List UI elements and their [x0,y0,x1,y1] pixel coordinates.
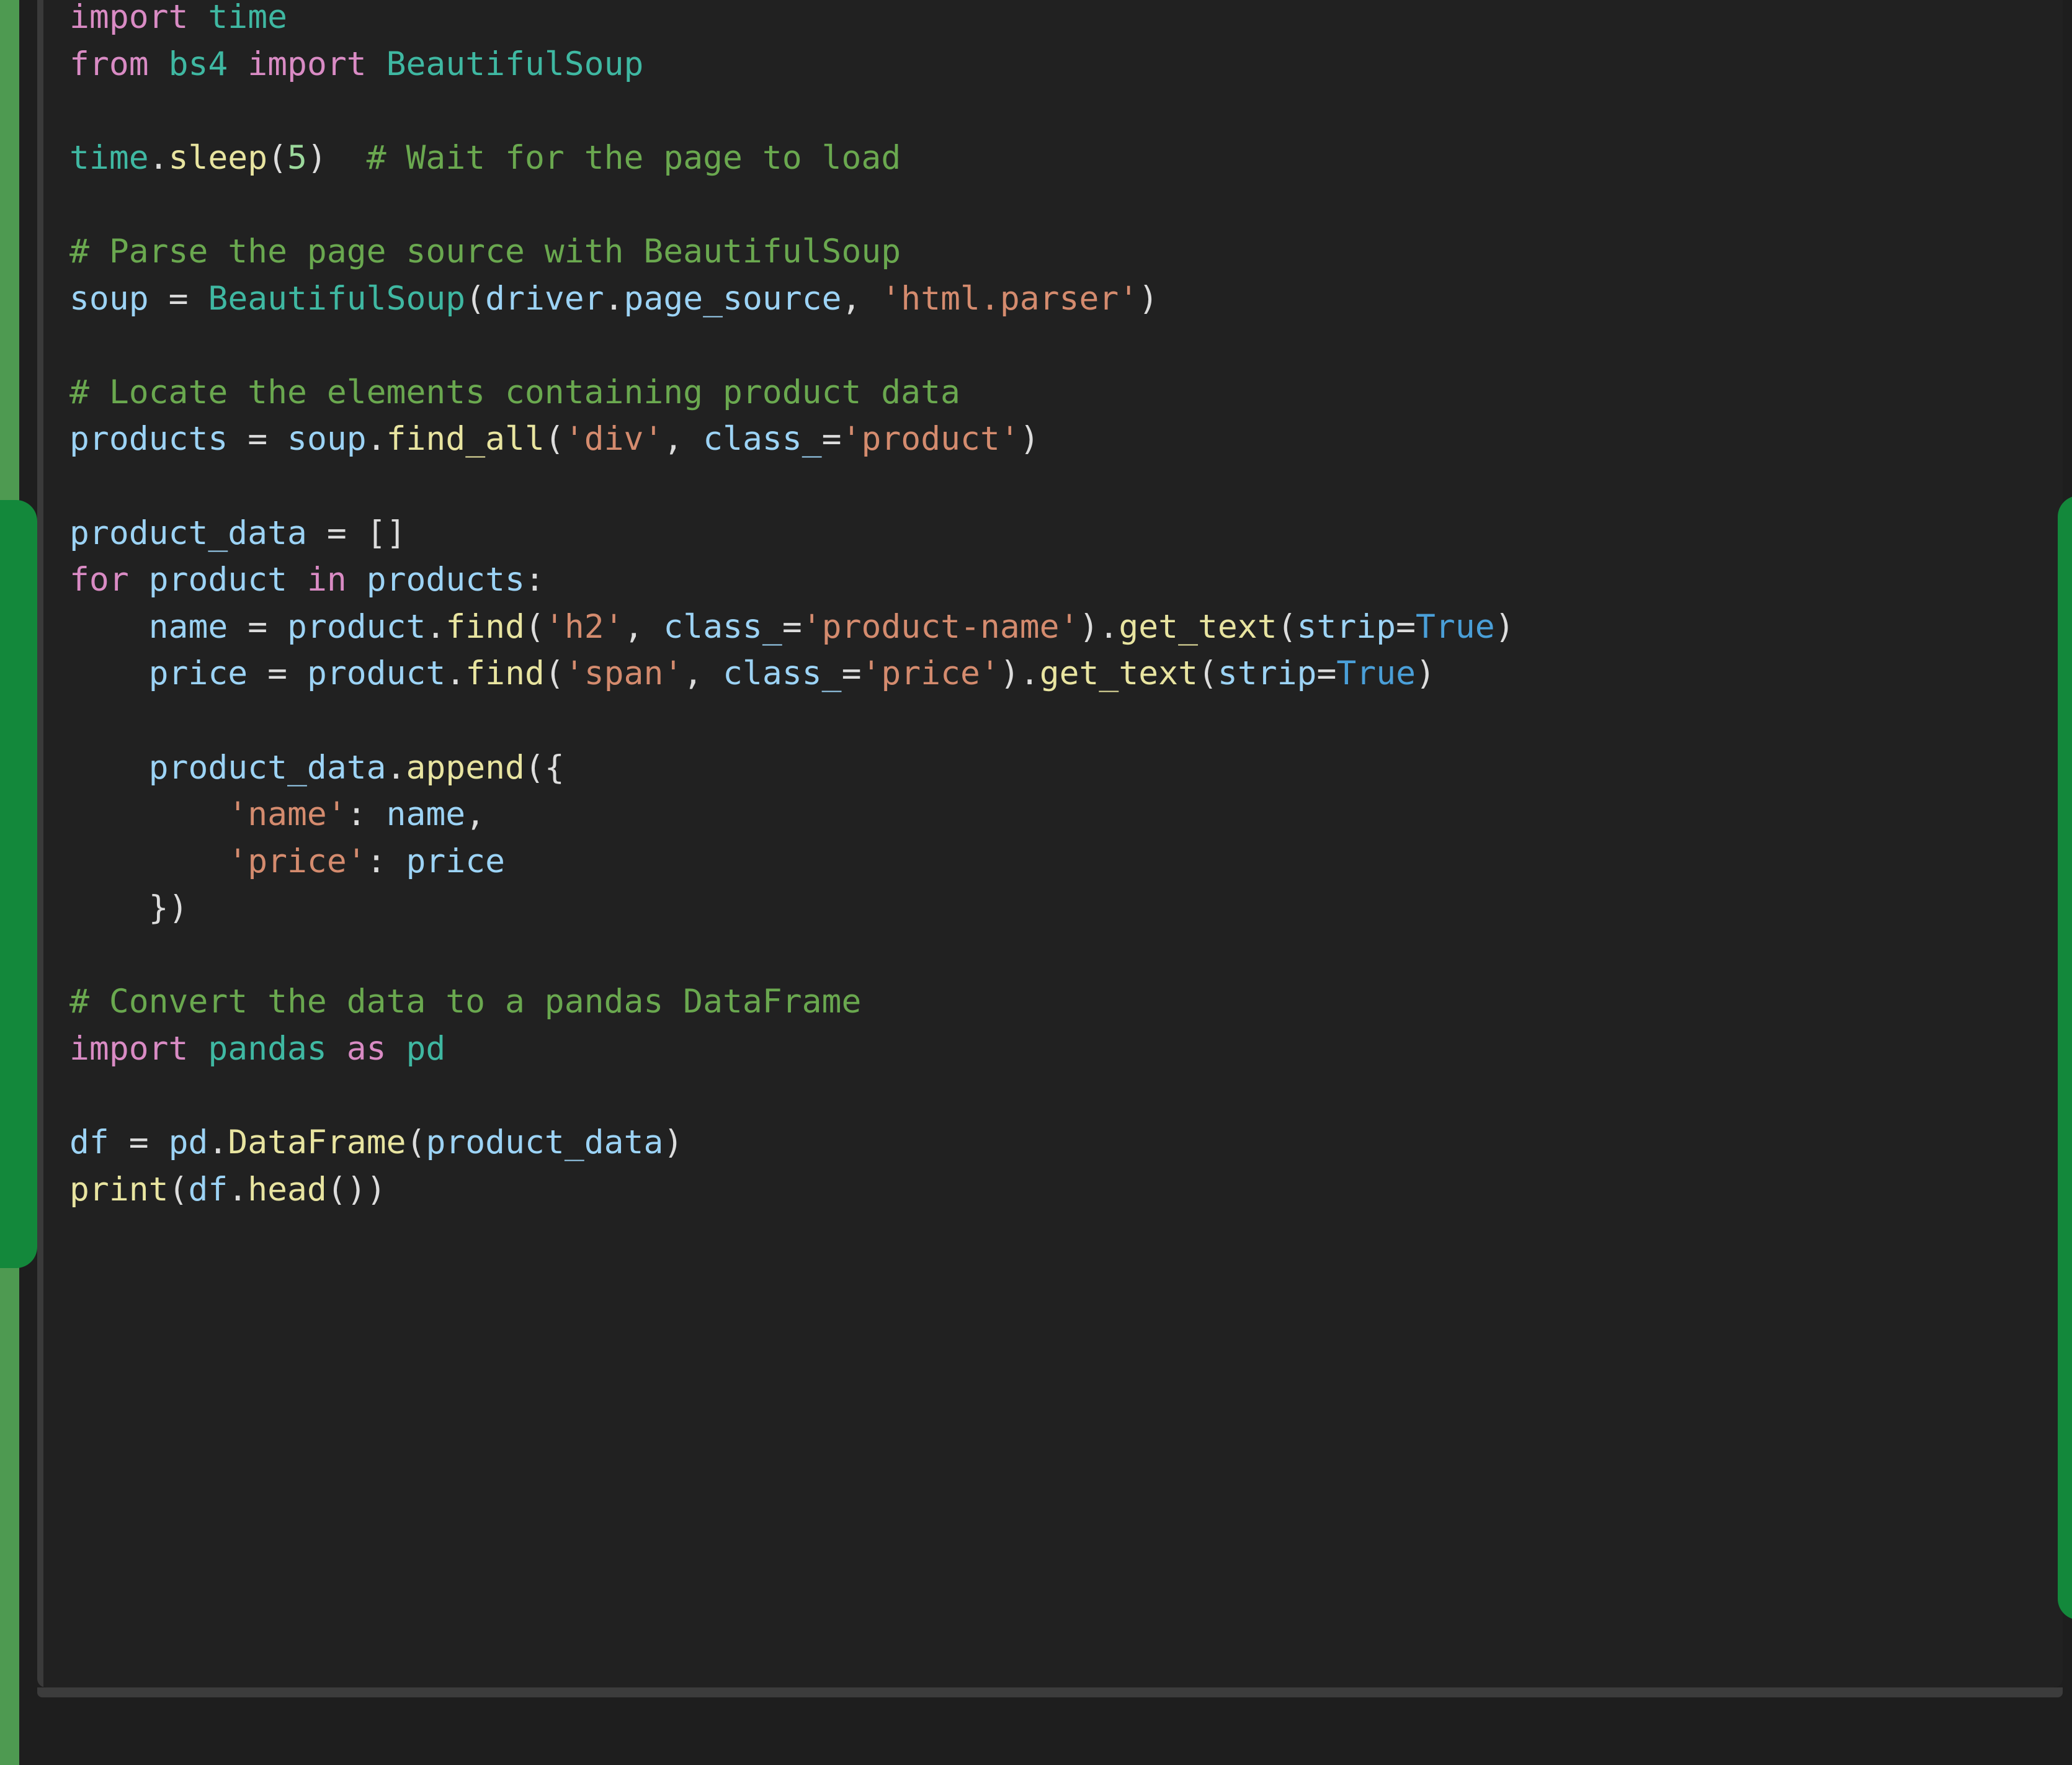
token-keyword-import: import [248,45,367,83]
token-variable-price: price [406,842,506,880]
token-comment-convert: # Convert the data to a pandas DataFrame [69,983,862,1021]
token-string-product-name: 'product-name' [802,607,1079,646]
token-variable-products: products [366,561,525,599]
token-class-beautifulsoup: BeautifulSoup [386,45,644,83]
vertical-scrollbar-thumb-right[interactable] [2058,496,2072,1620]
token-keyword-from: from [69,45,149,83]
token-string-product: 'product' [841,420,1020,458]
token-alias-pd: pd [406,1030,446,1068]
token-variable-pd: pd [168,1124,208,1162]
token-function-append: append [406,748,525,787]
token-string-div: 'div' [564,420,664,458]
token-keyword-for: for [69,561,129,599]
token-string-span: 'span' [564,655,684,693]
token-variable-product: product [306,655,446,693]
token-module-time: time [208,0,288,36]
token-variable-name: name [148,607,228,646]
token-kwarg-class: class_ [663,607,782,646]
token-function-find-all: find_all [386,420,545,458]
token-function-dataframe: DataFrame [228,1124,406,1162]
vertical-scrollbar-thumb-left[interactable] [0,500,37,1268]
token-variable-products: products [69,420,228,458]
code-snippet-page: import time from bs4 import BeautifulSou… [0,0,2072,1765]
token-variable-name: name [386,795,466,834]
token-function-get-text: get_text [1039,655,1198,693]
token-variable-soup: soup [287,420,367,458]
token-boolean-true: True [1336,655,1416,693]
token-variable-product-data: product_data [148,748,386,787]
token-module-pandas: pandas [208,1030,327,1068]
horizontal-scrollbar-track[interactable] [37,1687,2063,1697]
token-keyword-import: import [69,1030,189,1068]
token-number-5: 5 [287,138,307,177]
token-variable-product: product [287,607,426,646]
token-keyword-import: import [69,0,189,36]
token-variable-df: df [188,1170,228,1209]
token-function-find: find [465,655,545,693]
token-variable-soup: soup [69,279,149,318]
token-kwarg-strip: strip [1217,655,1317,693]
token-boolean-true: True [1416,607,1495,646]
token-keyword-as: as [346,1030,386,1068]
token-variable-price: price [148,655,248,693]
token-variable-df: df [69,1124,109,1162]
token-comment-locate: # Locate the elements containing product… [69,373,960,411]
code-block[interactable]: import time from bs4 import BeautifulSou… [37,0,2063,1687]
token-variable-product-data: product_data [426,1124,664,1162]
token-string-h2: 'h2' [544,607,624,646]
token-string-key-name: 'name' [228,795,347,834]
token-variable-product: product [148,561,288,599]
token-function-sleep: sleep [168,138,268,177]
token-string-price: 'price' [861,655,1000,693]
code-gutter-line [37,0,43,1687]
token-variable-product-data: product_data [69,514,307,552]
token-string-key-price: 'price' [228,842,367,880]
token-function-find: find [445,607,525,646]
token-comment-parse: # Parse the page source with BeautifulSo… [69,232,901,270]
token-kwarg-class: class_ [703,420,822,458]
token-comment-wait: # Wait for the page to load [366,138,901,177]
token-string-html-parser: 'html.parser' [881,279,1139,318]
token-variable-driver: driver [485,279,604,318]
token-function-print: print [69,1170,169,1209]
token-module-bs4: bs4 [168,45,228,83]
token-kwarg-class: class_ [723,655,842,693]
token-class-beautifulsoup: BeautifulSoup [208,279,466,318]
token-attribute-page-source: page_source [623,279,842,318]
token-module-time: time [69,138,149,177]
token-keyword-in: in [306,561,347,599]
token-function-head: head [248,1170,327,1209]
token-function-get-text: get_text [1119,607,1277,646]
python-code-content[interactable]: import time from bs4 import BeautifulSou… [69,0,1515,1213]
token-kwarg-strip: strip [1297,607,1396,646]
